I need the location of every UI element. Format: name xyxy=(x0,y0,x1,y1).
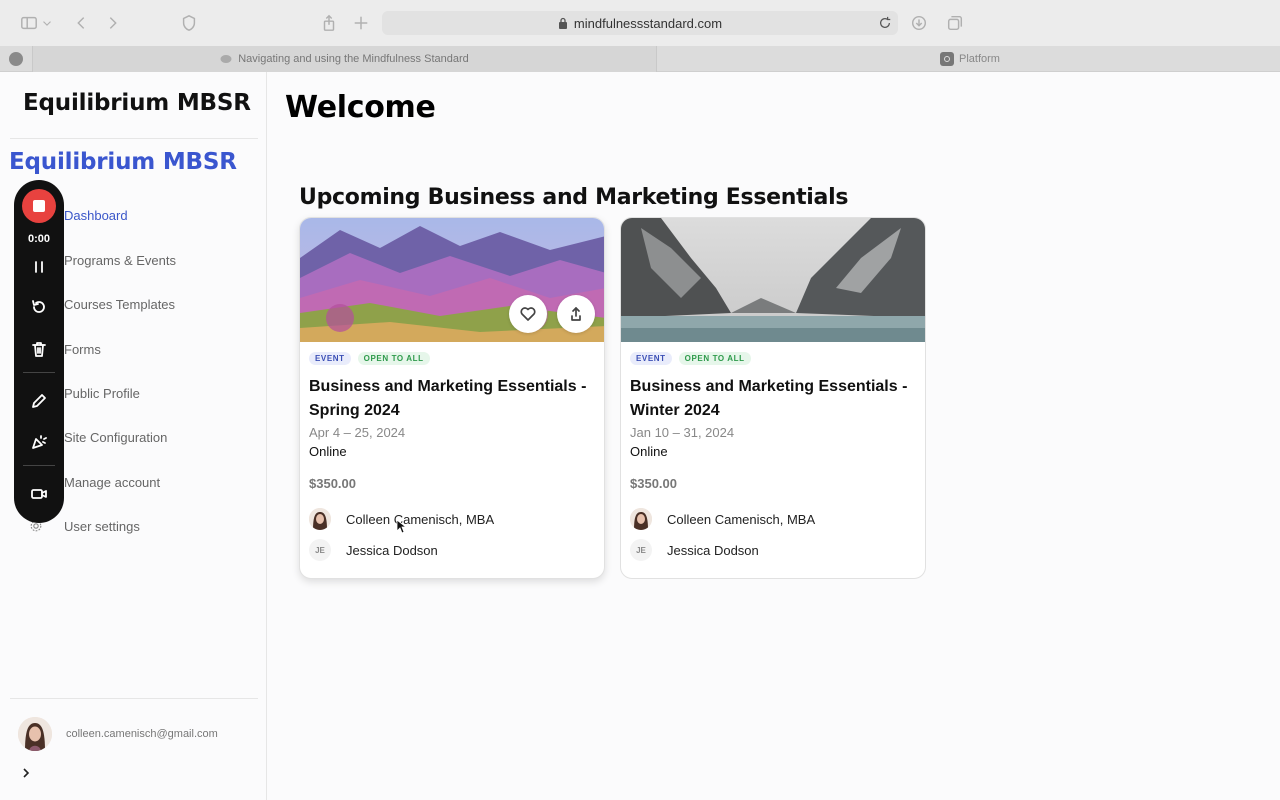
event-price: $350.00 xyxy=(309,476,356,491)
tab-platform[interactable]: Platform xyxy=(940,46,1000,72)
event-badge: EVENT xyxy=(309,352,351,365)
sidebar-item-site-configuration[interactable]: Site Configuration xyxy=(64,430,167,445)
chevron-down-icon[interactable] xyxy=(40,12,54,34)
sidebar-item-forms[interactable]: Forms xyxy=(64,342,101,357)
instructor-name: Jessica Dodson xyxy=(667,542,759,558)
user-email: colleen.camenisch@gmail.com xyxy=(66,728,218,740)
event-card[interactable]: EVENT OPEN TO ALL Business and Marketing… xyxy=(620,217,926,579)
event-location: Online xyxy=(630,444,668,459)
avatar-initials: JE xyxy=(630,539,652,561)
access-badge: OPEN TO ALL xyxy=(357,352,430,365)
event-image xyxy=(621,218,925,342)
tab-close-icon[interactable] xyxy=(9,52,23,66)
trash-icon xyxy=(32,342,46,357)
browser-toolbar: mindfulnessstandard.com xyxy=(0,0,1280,46)
share-button[interactable] xyxy=(557,295,595,333)
restart-icon xyxy=(32,300,45,313)
sidebar-toggle-icon[interactable] xyxy=(18,12,40,34)
event-date: Jan 10 – 31, 2024 xyxy=(630,425,735,440)
delete-button[interactable] xyxy=(29,339,49,359)
share-icon xyxy=(571,307,581,321)
tab-overview-icon[interactable] xyxy=(944,12,966,34)
camera-button[interactable] xyxy=(29,484,49,504)
tab-active-title: Navigating and using the Mindfulness Sta… xyxy=(238,53,469,65)
recording-timer: 0:00 xyxy=(27,233,51,245)
brand-title: Equilibrium MBSR xyxy=(23,90,251,116)
section-title: Upcoming Business and Marketing Essentia… xyxy=(299,185,849,210)
sidebar-item-dashboard[interactable]: Dashboard xyxy=(64,208,128,223)
avatar xyxy=(630,508,652,530)
event-date: Apr 4 – 25, 2024 xyxy=(309,425,406,440)
instructor[interactable]: Colleen Camenisch, MBA xyxy=(630,508,815,530)
sidebar-item-public-profile[interactable]: Public Profile xyxy=(64,386,140,401)
back-icon[interactable] xyxy=(70,12,92,34)
pencil-icon xyxy=(32,394,46,408)
access-badge: OPEN TO ALL xyxy=(678,352,751,365)
stop-recording-button[interactable] xyxy=(22,189,56,223)
user-account[interactable]: colleen.camenisch@gmail.com xyxy=(18,717,218,751)
instructor-name: Colleen Camenisch, MBA xyxy=(346,511,495,527)
tab-active[interactable]: Navigating and using the Mindfulness Sta… xyxy=(32,46,657,72)
screen-recorder-toolbar: 0:00 xyxy=(14,180,64,523)
event-location: Online xyxy=(309,444,347,459)
privacy-shield-icon[interactable] xyxy=(178,12,200,34)
url-text: mindfulnessstandard.com xyxy=(573,15,723,31)
reload-icon[interactable] xyxy=(878,16,892,30)
share-icon[interactable] xyxy=(318,12,340,34)
sidebar-divider xyxy=(10,698,258,699)
instructor[interactable]: JE Jessica Dodson xyxy=(309,539,438,561)
effects-button[interactable] xyxy=(29,432,49,452)
sidebar-item-manage-account[interactable]: Manage account xyxy=(64,475,160,490)
favorite-button[interactable] xyxy=(509,295,547,333)
avatar-initials: JE xyxy=(309,539,331,561)
recorder-divider xyxy=(23,372,55,373)
camera-icon xyxy=(31,489,47,499)
pause-icon xyxy=(35,261,43,273)
page-title: Welcome xyxy=(285,90,436,125)
event-title[interactable]: Business and Marketing Essentials - Spri… xyxy=(309,375,599,423)
address-bar[interactable]: mindfulnessstandard.com xyxy=(382,11,898,35)
draw-button[interactable] xyxy=(29,391,49,411)
platform-favicon-icon xyxy=(940,52,954,66)
effects-icon xyxy=(32,435,47,449)
sidebar-divider xyxy=(10,138,258,139)
event-card[interactable]: EVENT OPEN TO ALL Business and Marketing… xyxy=(299,217,605,579)
avatar xyxy=(18,717,52,751)
tab-bar: Navigating and using the Mindfulness Sta… xyxy=(0,46,1280,72)
stop-icon xyxy=(33,200,45,212)
mouse-cursor-icon xyxy=(396,519,406,534)
new-tab-icon[interactable] xyxy=(350,12,372,34)
instructor-name: Colleen Camenisch, MBA xyxy=(667,511,816,527)
chat-bubble-icon xyxy=(220,55,232,63)
lock-icon xyxy=(558,17,567,29)
instructor-name: Jessica Dodson xyxy=(346,542,438,558)
pause-button[interactable] xyxy=(29,257,49,277)
event-badge: EVENT xyxy=(630,352,672,365)
badge-row: EVENT OPEN TO ALL xyxy=(309,352,430,365)
chevron-right-icon[interactable] xyxy=(19,766,33,780)
sidebar-item-courses-templates[interactable]: Courses Templates xyxy=(64,297,175,312)
sidebar-item-programs-events[interactable]: Programs & Events xyxy=(64,253,176,268)
brand-logo-text[interactable]: Equilibrium MBSR xyxy=(9,149,237,175)
forward-icon[interactable] xyxy=(102,12,124,34)
recorder-divider xyxy=(23,465,55,466)
download-icon[interactable] xyxy=(908,12,930,34)
avatar xyxy=(309,508,331,530)
event-price: $350.00 xyxy=(630,476,677,491)
badge-row: EVENT OPEN TO ALL xyxy=(630,352,751,365)
event-title[interactable]: Business and Marketing Essentials - Wint… xyxy=(630,375,920,423)
tab-platform-title: Platform xyxy=(959,53,1000,65)
restart-button[interactable] xyxy=(29,297,49,317)
heart-icon xyxy=(520,307,536,321)
sidebar-item-user-settings[interactable]: User settings xyxy=(64,519,140,534)
instructor[interactable]: JE Jessica Dodson xyxy=(630,539,759,561)
